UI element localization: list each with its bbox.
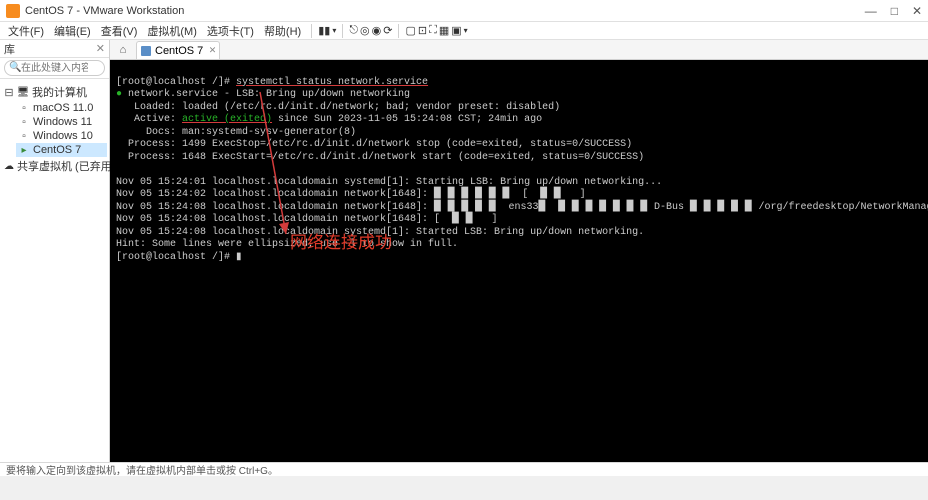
process-line1: Process: 1499 ExecStop=/etc/rc.d/init.d/… — [116, 139, 632, 150]
tree-label: macOS 11.0 — [33, 102, 93, 114]
log-line: Nov 05 15:24:02 localhost.localdomain ne… — [116, 189, 586, 200]
separator — [311, 24, 312, 38]
cycle-icon[interactable]: ▣ — [451, 24, 461, 37]
shell-command: systemctl status network.service — [236, 77, 428, 88]
tree-item-macos[interactable]: ▫ macOS 11.0 — [16, 101, 107, 115]
separator — [342, 24, 343, 38]
home-tab-icon[interactable]: ⌂ — [114, 41, 132, 59]
vm-tree: ⊟ 🖥 我的计算机 ▫ macOS 11.0 ▫ Windows 11 ▫ Wi… — [0, 79, 109, 179]
main-area: 库 ✕ 🔍 ⊟ 🖥 我的计算机 ▫ macOS 11.0 ▫ Windows 1… — [0, 40, 928, 462]
log-line: Nov 05 15:24:08 localhost.localdomain ne… — [116, 202, 928, 213]
shared-icon: ☁ — [4, 160, 14, 172]
computer-icon: 🖥 — [17, 86, 29, 98]
unity-icon[interactable]: ⟳ — [383, 24, 392, 37]
tree-item-win11[interactable]: ▫ Windows 11 — [16, 115, 107, 129]
vm-icon: ▫ — [18, 116, 30, 128]
active-status: active (exited) — [182, 114, 272, 125]
tree-item-win10[interactable]: ▫ Windows 10 — [16, 129, 107, 143]
window-buttons: — □ ✕ — [865, 4, 922, 18]
service-line: network.service - LSB: Bring up/down net… — [128, 89, 410, 100]
tree-label: 我的计算机 — [32, 84, 87, 100]
menubar: 文件(F) 编辑(E) 查看(V) 虚拟机(M) 选项卡(T) 帮助(H) ▮▮… — [0, 22, 928, 40]
minimize-button[interactable]: — — [865, 4, 877, 18]
sidebar: 库 ✕ 🔍 ⊟ 🖥 我的计算机 ▫ macOS 11.0 ▫ Windows 1… — [0, 40, 110, 462]
hint-line: Hint: Some lines were ellipsized, use -l… — [116, 239, 458, 250]
log-line: Nov 05 15:24:01 localhost.localdomain sy… — [116, 177, 662, 188]
console-icon[interactable]: ⊡ — [418, 24, 427, 37]
vm-icon: ▫ — [18, 102, 30, 114]
tree-label: 共享虚拟机 (已弃用) — [17, 158, 115, 174]
search-icon: 🔍 — [9, 62, 21, 73]
tree-root-mycomputer[interactable]: ⊟ 🖥 我的计算机 — [2, 83, 107, 101]
loaded-line: Loaded: loaded (/etc/rc.d/init.d/network… — [116, 102, 560, 113]
app-icon — [6, 4, 20, 18]
vm-console-terminal[interactable]: [root@localhost /]# systemctl status net… — [110, 60, 928, 462]
tree-label: CentOS 7 — [33, 144, 81, 156]
snapshot-manager-icon[interactable]: ◉ — [372, 24, 382, 37]
tab-centos7[interactable]: CentOS 7 ✕ — [136, 41, 220, 59]
stretch-icon[interactable]: ⛶ — [429, 24, 437, 37]
collapse-icon[interactable]: ⊟ — [4, 86, 14, 99]
pause-icon[interactable]: ▮▮ — [318, 24, 330, 37]
cursor: ▮ — [236, 252, 242, 263]
shell-prompt: [root@localhost /]# — [116, 77, 236, 88]
tree-root-shared[interactable]: ☁ 共享虚拟机 (已弃用) — [2, 157, 107, 175]
sidebar-search: 🔍 — [0, 58, 109, 79]
tabbar: ⌂ CentOS 7 ✕ — [110, 40, 928, 60]
menu-help[interactable]: 帮助(H) — [260, 22, 305, 40]
vm-running-icon: ▸ — [18, 144, 30, 156]
status-dot: ● — [116, 89, 128, 100]
separator — [398, 24, 399, 38]
annotation-text: 网络连接成功 — [290, 232, 392, 253]
tree-item-centos7[interactable]: ▸ CentOS 7 — [16, 143, 107, 157]
active-post: since Sun 2023-11-05 15:24:08 CST; 24min… — [272, 114, 542, 125]
send-cad-icon[interactable]: ⎋ — [349, 24, 358, 37]
menu-vm[interactable]: 虚拟机(M) — [143, 22, 201, 40]
tree-label: Windows 10 — [33, 130, 93, 142]
menu-edit[interactable]: 编辑(E) — [50, 22, 95, 40]
vm-icon: ▫ — [18, 130, 30, 142]
statusbar: 要将输入定向到该虚拟机，请在虚拟机内部单击或按 Ctrl+G。 — [0, 462, 928, 476]
close-button[interactable]: ✕ — [912, 4, 922, 18]
sidebar-title: 库 — [4, 41, 15, 57]
process-line2: Process: 1648 ExecStart=/etc/rc.d/init.d… — [116, 152, 644, 163]
toolbar-dropdown-icon[interactable]: ▾ — [332, 26, 336, 35]
tab-close-icon[interactable]: ✕ — [209, 45, 217, 56]
menu-tabs[interactable]: 选项卡(T) — [203, 22, 258, 40]
tab-vm-icon — [141, 46, 151, 56]
toolbar-dropdown2-icon[interactable]: ▾ — [464, 26, 468, 35]
tree-label: Windows 11 — [33, 116, 92, 128]
docs-line: Docs: man:systemd-sysv-generator(8) — [116, 127, 356, 138]
fullscreen-icon[interactable]: ▢ — [405, 24, 415, 37]
log-line: Nov 05 15:24:08 localhost.localdomain ne… — [116, 214, 497, 225]
maximize-button[interactable]: □ — [891, 4, 898, 18]
tree-children: ▫ macOS 11.0 ▫ Windows 11 ▫ Windows 10 ▸… — [2, 101, 107, 157]
shell-prompt: [root@localhost /]# — [116, 252, 236, 263]
status-text: 要将输入定向到该虚拟机，请在虚拟机内部单击或按 Ctrl+G。 — [6, 462, 278, 477]
menu-view[interactable]: 查看(V) — [97, 22, 142, 40]
thumbnail-icon[interactable]: ▦ — [439, 24, 449, 37]
tab-label: CentOS 7 — [155, 45, 203, 57]
window-title: CentOS 7 - VMware Workstation — [25, 5, 865, 17]
snapshot-icon[interactable]: ◎ — [360, 24, 370, 37]
active-pre: Active: — [116, 114, 182, 125]
content-area: ⌂ CentOS 7 ✕ [root@localhost /]# systemc… — [110, 40, 928, 462]
menu-file[interactable]: 文件(F) — [4, 22, 48, 40]
sidebar-close-icon[interactable]: ✕ — [96, 42, 105, 55]
window-titlebar: CentOS 7 - VMware Workstation — □ ✕ — [0, 0, 928, 22]
sidebar-header: 库 ✕ — [0, 40, 109, 58]
